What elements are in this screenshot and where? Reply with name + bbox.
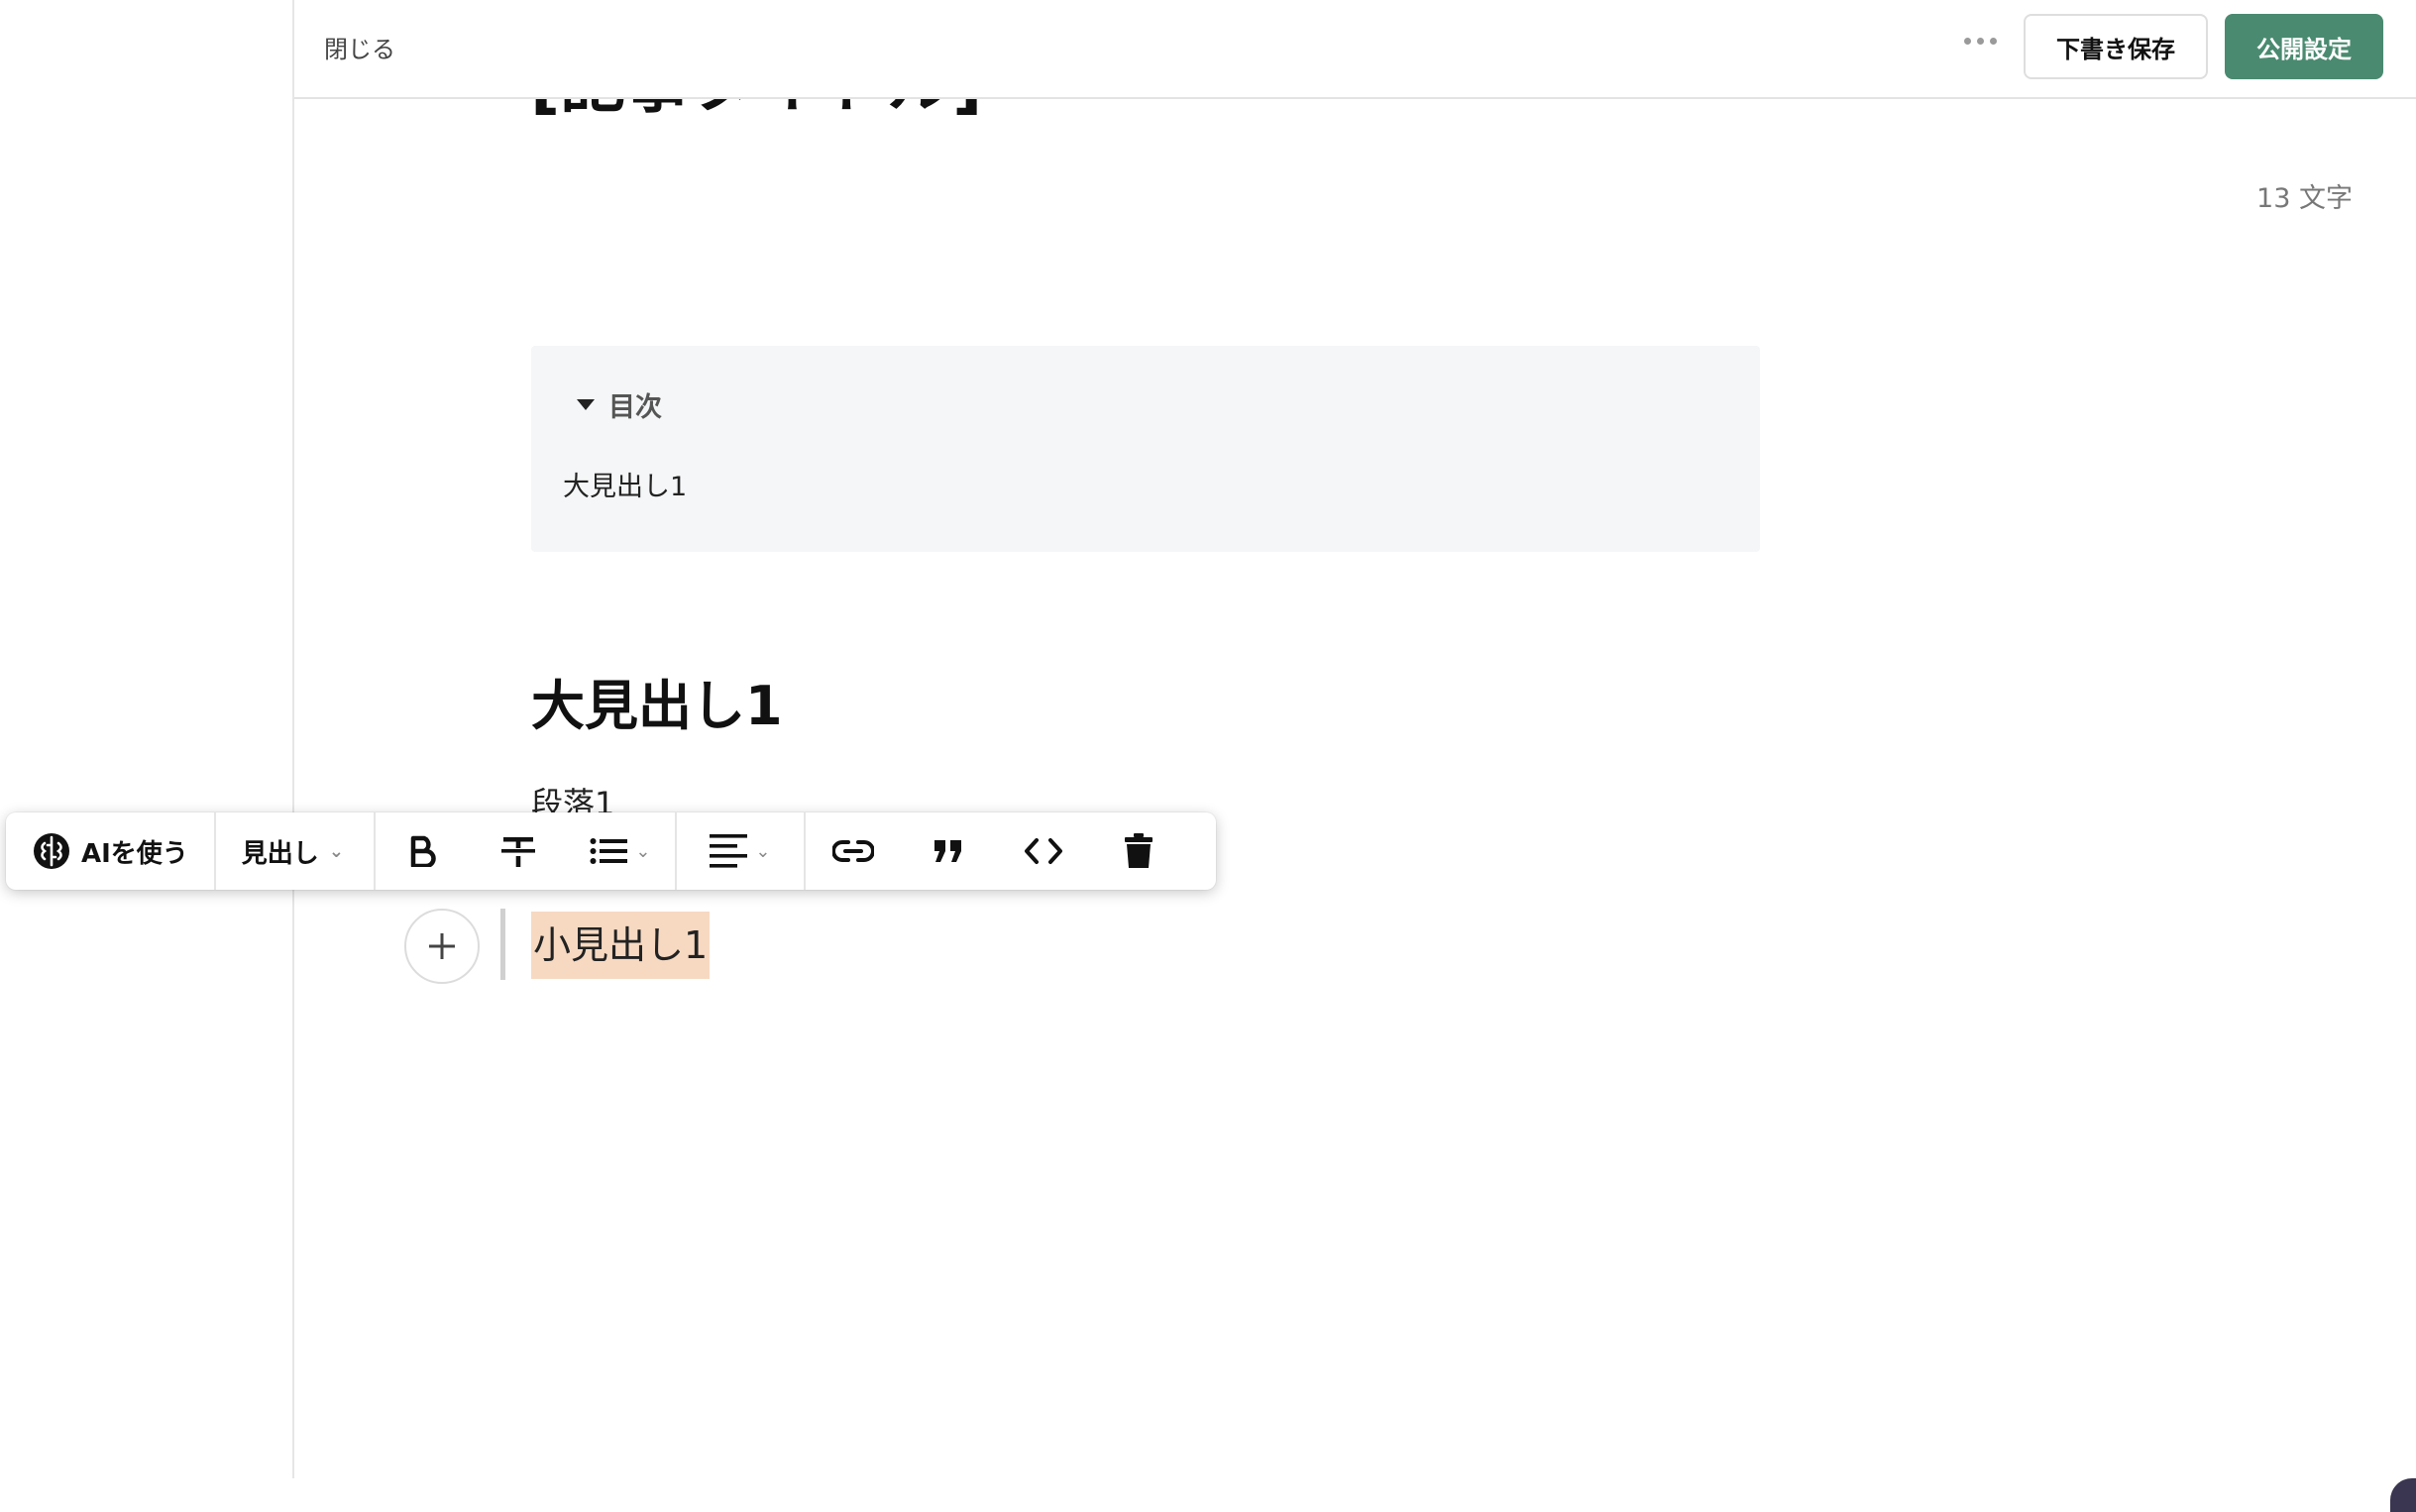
publish-settings-button[interactable]: 公開設定 (2225, 14, 2383, 79)
more-dot-icon (1976, 37, 1984, 45)
caret-down-icon (577, 399, 595, 410)
save-draft-button[interactable]: 下書き保存 (2024, 14, 2208, 79)
heading-group: 見出し ⌄ (216, 812, 376, 890)
align-left-icon (710, 834, 748, 868)
align-group: ⌄ (677, 812, 806, 890)
chevron-down-icon: ⌄ (635, 840, 651, 862)
toc-item[interactable]: 大見出し1 (563, 465, 687, 503)
close-link[interactable]: 閉じる (324, 30, 395, 64)
code-icon (1024, 838, 1062, 864)
format-toolbar: AIを使う 見出し ⌄ ⌄ ⌄ (6, 812, 1216, 890)
bold-icon (410, 835, 436, 867)
delete-button[interactable] (1091, 812, 1186, 890)
add-block-button[interactable] (404, 909, 480, 984)
chevron-down-icon: ⌄ (328, 840, 344, 862)
heading-3[interactable]: 小見出し1 (531, 912, 711, 979)
chevron-down-icon: ⌄ (755, 840, 771, 862)
list-icon (590, 838, 628, 864)
toc-heading: 目次 (608, 392, 662, 423)
list-button[interactable]: ⌄ (566, 812, 675, 890)
strikethrough-button[interactable] (471, 812, 566, 890)
brain-icon (34, 833, 69, 869)
trash-icon (1124, 833, 1153, 868)
table-of-contents: 目次 大見出し1 (531, 346, 1760, 552)
left-pane (0, 0, 294, 1478)
code-button[interactable] (996, 812, 1091, 890)
char-count: 13 文字 (2256, 183, 2353, 214)
strikethrough-icon (500, 837, 535, 867)
heading-select-label: 見出し (241, 838, 319, 869)
more-dot-icon (1989, 37, 1997, 45)
quote-button[interactable] (901, 812, 996, 890)
use-ai-button[interactable]: AIを使う (6, 812, 214, 890)
heading-select[interactable]: 見出し ⌄ (216, 812, 374, 890)
heading-1[interactable]: 大見出し1 (531, 662, 783, 740)
bold-button[interactable] (376, 812, 471, 890)
more-options-button[interactable] (1959, 26, 2001, 55)
use-ai-label: AIを使う (81, 838, 188, 869)
align-button[interactable]: ⌄ (677, 812, 804, 890)
link-icon (831, 840, 874, 862)
block-indicator (500, 909, 505, 980)
plus-icon (429, 933, 455, 959)
window-corner (2390, 1478, 2416, 1512)
editor-header: 閉じる 下書き保存 公開設定 (294, 0, 2416, 99)
text-style-group: ⌄ (376, 812, 677, 890)
insert-group (806, 812, 1186, 890)
ai-group: AIを使う (6, 812, 216, 890)
toc-toggle[interactable]: 目次 (577, 385, 662, 424)
link-button[interactable] (806, 812, 901, 890)
quote-icon (933, 840, 961, 862)
more-dot-icon (1963, 37, 1971, 45)
